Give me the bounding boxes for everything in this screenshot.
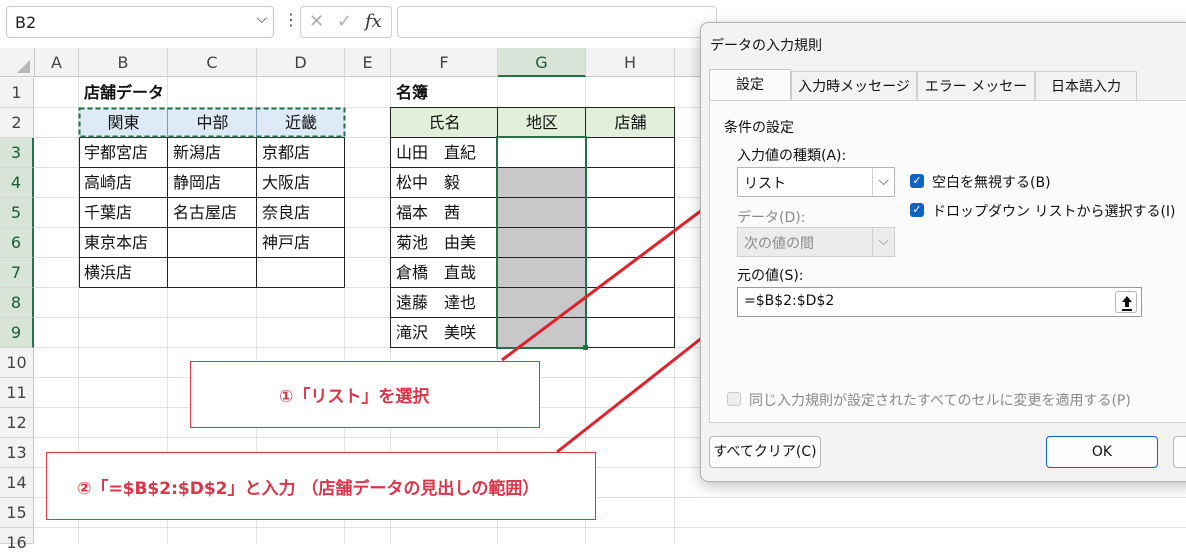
clear-all-button[interactable]: すべてクリア(C) — [709, 436, 821, 468]
collapse-range-icon[interactable] — [1115, 291, 1137, 313]
tab-input-message[interactable]: 入力時メッセージ — [791, 71, 917, 101]
checkbox-checked-icon: ✓ — [910, 174, 924, 188]
callout-enter-source-text: ②「=$B$2:$D$2」と入力 （店舗データの見出しの範囲） — [77, 479, 540, 499]
data-combo-value: 次の値の間 — [744, 236, 814, 252]
dialog-title: データの入力規則 — [710, 38, 822, 54]
allow-combo-value: リスト — [744, 176, 786, 192]
callout-select-list-text: ①「リスト」を選択 — [279, 387, 430, 407]
tab-error-message[interactable]: エラー メッセージ — [917, 71, 1035, 125]
checkbox-unchecked-icon — [727, 392, 741, 406]
tab-ime[interactable]: 日本語入力 — [1035, 71, 1137, 101]
callout-select-list: ①「リスト」を選択 — [190, 361, 540, 428]
section-label: 条件の設定 — [724, 120, 794, 136]
data-validation-dialog: データの入力規則 設定 入力時メッセージ エラー メッセージ 日本語入力 条件の… — [700, 22, 1186, 482]
chevron-down-icon: ⌵ — [872, 228, 894, 256]
ignore-blank-label: 空白を無視する(B) — [932, 175, 1051, 191]
data-combo: 次の値の間 ⌵ — [737, 227, 895, 257]
callout-enter-source: ②「=$B$2:$D$2」と入力 （店舗データの見出しの範囲） — [46, 452, 596, 520]
data-label: データ(D): — [737, 210, 806, 226]
cancel-button[interactable] — [1173, 436, 1186, 468]
apply-all-label: 同じ入力規則が設定されたすべてのセルに変更を適用する(P) — [749, 393, 1131, 409]
source-input-value: =$B$2:$D$2 — [744, 293, 835, 309]
ok-button[interactable]: OK — [1046, 436, 1158, 468]
in-cell-dropdown-label: ドロップダウン リストから選択する(I) — [932, 204, 1176, 220]
settings-panel: 条件の設定 入力値の種類(A): リスト ⌵ データ(D): 次の値の間 ⌵ ✓… — [709, 100, 1186, 423]
allow-label: 入力値の種類(A): — [737, 148, 847, 164]
allow-combo[interactable]: リスト ⌵ — [737, 167, 895, 197]
checkbox-checked-icon: ✓ — [910, 203, 924, 217]
source-input[interactable]: =$B$2:$D$2 — [737, 287, 1142, 317]
tab-settings[interactable]: 設定 — [709, 69, 791, 101]
source-label: 元の値(S): — [737, 268, 804, 284]
chevron-down-icon[interactable]: ⌵ — [872, 168, 894, 196]
